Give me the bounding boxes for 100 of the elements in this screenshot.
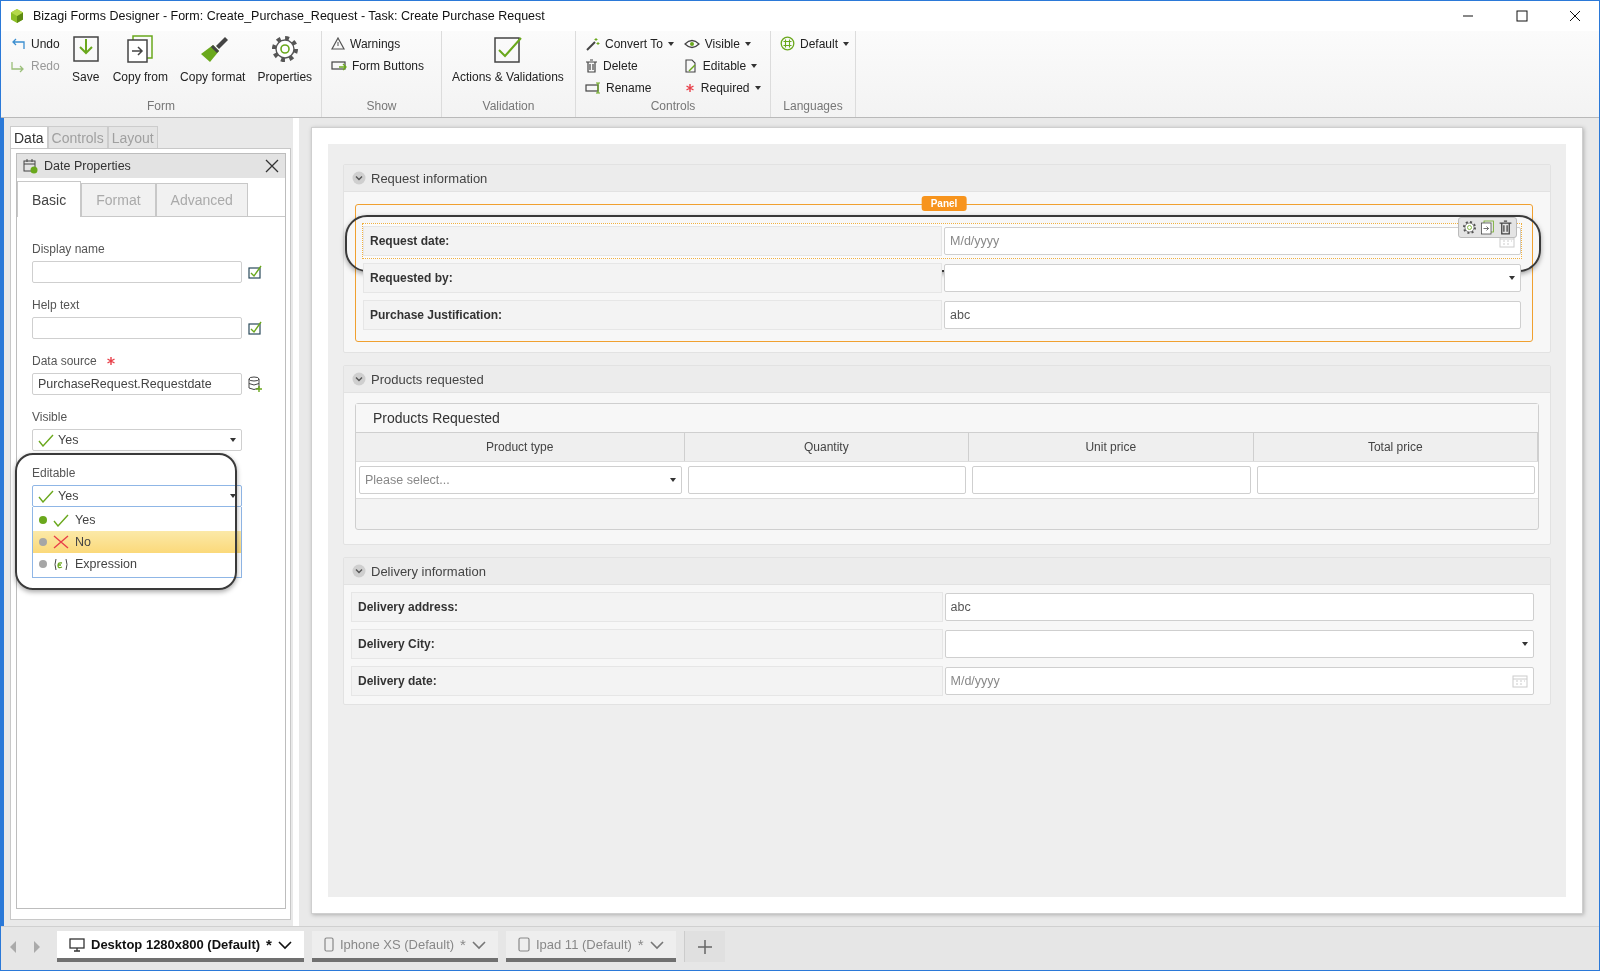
dropdown-field[interactable]: Please select...: [359, 466, 682, 494]
copy-icon: [125, 34, 156, 64]
document-pencil-icon: [683, 58, 698, 73]
device-tab[interactable]: Desktop 1280x800 (Default) *: [57, 931, 304, 962]
column-header: Total price: [1253, 432, 1538, 461]
caret-icon: [751, 63, 758, 68]
cube-logo-icon: [9, 8, 25, 24]
add-tab-button[interactable]: [683, 931, 725, 962]
text-field[interactable]: [32, 317, 242, 339]
section-header[interactable]: Products requested: [344, 366, 1550, 393]
grid-title: Products Requested: [356, 404, 1538, 432]
ribbon-button[interactable]: Form Buttons: [328, 56, 428, 75]
dropdown-field[interactable]: Yes: [32, 485, 242, 507]
calendar-icon: [23, 158, 38, 174]
field-label: Help text: [32, 298, 80, 312]
dropdown-field[interactable]: [944, 264, 1521, 292]
tablet-icon: [517, 937, 530, 952]
field-label: Delivery date:: [351, 666, 943, 696]
monitor-icon: [69, 937, 85, 952]
undo-arrow-icon: [10, 36, 26, 51]
maximize-icon: [1515, 10, 1529, 22]
chevron-down-icon: [352, 171, 366, 185]
ribbon-button[interactable]: Copy from: [108, 34, 173, 99]
expression-icon: [53, 557, 69, 571]
ribbon-button[interactable]: Properties: [253, 34, 317, 99]
settings-button[interactable]: [1462, 220, 1477, 235]
properties-tab[interactable]: Basic: [17, 181, 82, 217]
data-source-field[interactable]: PurchaseRequest.Requestdate: [32, 373, 242, 395]
caret-icon: [744, 41, 751, 46]
dropdown-option[interactable]: Expression: [33, 553, 241, 575]
check-icon: [38, 489, 54, 503]
date-field[interactable]: M/d/yyyy: [944, 227, 1521, 255]
dropdown-field[interactable]: [944, 630, 1534, 658]
ribbon-button[interactable]: Warnings: [328, 34, 428, 53]
panel-badge: Panel: [921, 196, 967, 211]
ribbon-button[interactable]: Delete: [582, 56, 677, 75]
trash-icon: [585, 58, 598, 73]
check-icon: [53, 513, 69, 527]
asterisk-icon: [683, 81, 696, 94]
close-icon: [1569, 10, 1583, 22]
group-label: Show: [365, 99, 398, 115]
dropdown-field[interactable]: Yes: [32, 429, 242, 451]
section-header[interactable]: Delivery information: [344, 558, 1550, 585]
close-button[interactable]: [265, 159, 279, 173]
chevron-down-icon: [649, 939, 664, 950]
field-label: Request date:: [363, 226, 942, 256]
field-label: Display name: [32, 242, 105, 256]
calendar-icon: [1512, 674, 1528, 688]
caret-icon: [754, 85, 761, 90]
ribbon-button[interactable]: Convert To: [582, 34, 677, 53]
panel-tab[interactable]: Data: [10, 126, 48, 148]
dropdown-option[interactable]: No: [33, 531, 241, 553]
database-plus-icon: [248, 376, 262, 392]
ribbon-button[interactable]: Undo: [7, 34, 63, 53]
window-title: Bizagi Forms Designer - Form: Create_Purchase_Request - Task: Create Purchase Request: [33, 9, 545, 23]
ribbon-button[interactable]: Editable: [680, 56, 764, 75]
group-label: Languages: [782, 99, 844, 115]
wand-icon: [585, 36, 600, 51]
gear-icon: [269, 34, 300, 64]
text-field[interactable]: [972, 466, 1251, 494]
field-label: Visible: [32, 410, 68, 424]
caret-icon: [230, 494, 236, 498]
delete-button[interactable]: [1498, 220, 1513, 235]
ribbon-button[interactable]: Default: [777, 34, 853, 53]
column-header: Unit price: [969, 432, 1254, 461]
column-header: Product type: [356, 432, 685, 461]
dropdown-option[interactable]: Yes: [33, 509, 241, 531]
ribbon-button[interactable]: Visible: [680, 34, 764, 53]
gear-icon: [1462, 220, 1477, 235]
text-field[interactable]: [32, 261, 242, 283]
text-field[interactable]: [687, 466, 967, 494]
copy-button[interactable]: [1480, 220, 1495, 235]
checkbox-icon: [248, 321, 262, 335]
rename-icon: [585, 81, 601, 94]
warning-icon: [331, 37, 345, 50]
save-icon: [70, 34, 101, 64]
text-field[interactable]: abc: [944, 593, 1534, 621]
ribbon-button[interactable]: Required: [680, 78, 764, 97]
chevron-down-icon: [277, 939, 292, 950]
ribbon-button[interactable]: Copy format: [176, 34, 250, 99]
ribbon-button[interactable]: Save: [66, 34, 105, 99]
group-label: Controls: [649, 99, 697, 115]
ribbon-button[interactable]: Actions & Validations: [448, 34, 568, 99]
globe-icon: [780, 36, 795, 51]
caret-icon: [1509, 276, 1515, 280]
text-field[interactable]: [1256, 466, 1535, 494]
check-square-icon: [492, 34, 523, 64]
text-field[interactable]: abc: [944, 301, 1521, 329]
field-label: Delivery address:: [351, 592, 943, 622]
close-icon: [265, 159, 279, 173]
group-label: Validation: [481, 99, 536, 115]
arrow-right-icon: [31, 938, 43, 955]
caret-icon: [667, 41, 674, 46]
ribbon-button[interactable]: Rename: [582, 78, 677, 97]
field-label: Requested by:: [363, 263, 942, 293]
plus-icon: [696, 938, 713, 955]
trash-icon: [1498, 220, 1513, 235]
section-header[interactable]: Request information: [344, 165, 1550, 192]
date-field[interactable]: M/d/yyyy: [944, 667, 1534, 695]
column-header: Quantity: [684, 432, 970, 461]
